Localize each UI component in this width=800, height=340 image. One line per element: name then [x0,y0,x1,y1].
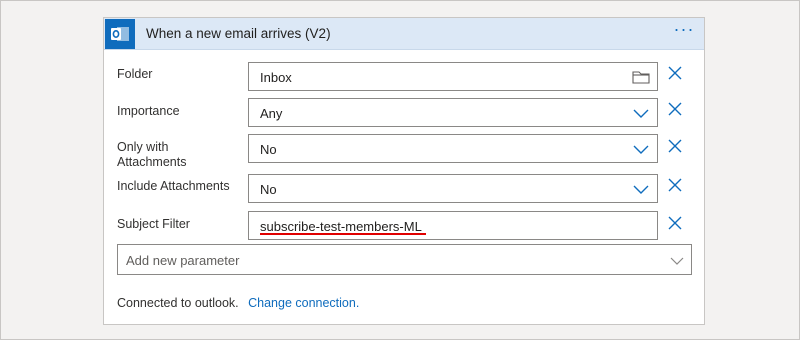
subject-filter-label: Subject Filter [117,217,190,231]
close-icon [668,178,682,192]
only-with-attachments-label: Only with Attachments [117,140,186,170]
subject-filter-input[interactable]: subscribe-test-members-ML [248,211,658,240]
spellcheck-underline [260,233,426,235]
chevron-down-icon [667,251,687,269]
folder-value: Inbox [260,70,292,85]
add-new-parameter-placeholder: Add new parameter [126,253,240,268]
trigger-title: When a new email arrives (V2) [146,26,331,41]
add-new-parameter-dropdown[interactable]: Add new parameter [117,244,692,275]
chevron-down-icon [631,180,651,198]
close-icon [668,66,682,80]
connection-footer: Connected to outlook. Change connection. [117,296,359,310]
importance-dropdown[interactable]: Any [248,98,658,127]
remove-subject-filter-button[interactable] [667,215,683,231]
include-attachments-label: Include Attachments [117,179,230,193]
trigger-header[interactable]: When a new email arrives (V2) ··· [104,18,704,50]
remove-importance-button[interactable] [667,101,683,117]
only-with-attachments-dropdown[interactable]: No [248,134,658,163]
remove-include-attachments-button[interactable] [667,177,683,193]
change-connection-link[interactable]: Change connection. [248,296,359,310]
close-icon [668,102,682,116]
trigger-card: When a new email arrives (V2) ··· Folder… [103,17,705,325]
canvas: When a new email arrives (V2) ··· Folder… [0,0,800,340]
subject-filter-value: subscribe-test-members-ML [260,219,422,234]
outlook-icon [105,19,135,49]
remove-only-with-attachments-button[interactable] [667,138,683,154]
folder-icon[interactable] [631,68,651,86]
folder-label: Folder [117,67,153,81]
only-with-attachments-label-line1: Only with [117,140,169,154]
importance-label: Importance [117,104,180,118]
close-icon [668,216,682,230]
only-with-attachments-value: No [260,142,277,157]
more-options-button[interactable]: ··· [672,20,696,44]
include-attachments-value: No [260,182,277,197]
chevron-down-icon [631,140,651,158]
close-icon [668,139,682,153]
connected-text: Connected to outlook. [117,296,239,310]
only-with-attachments-label-line2: Attachments [117,155,187,169]
chevron-down-icon [631,104,651,122]
remove-folder-button[interactable] [667,65,683,81]
folder-field[interactable]: Inbox [248,62,658,91]
include-attachments-dropdown[interactable]: No [248,174,658,203]
importance-value: Any [260,106,283,121]
